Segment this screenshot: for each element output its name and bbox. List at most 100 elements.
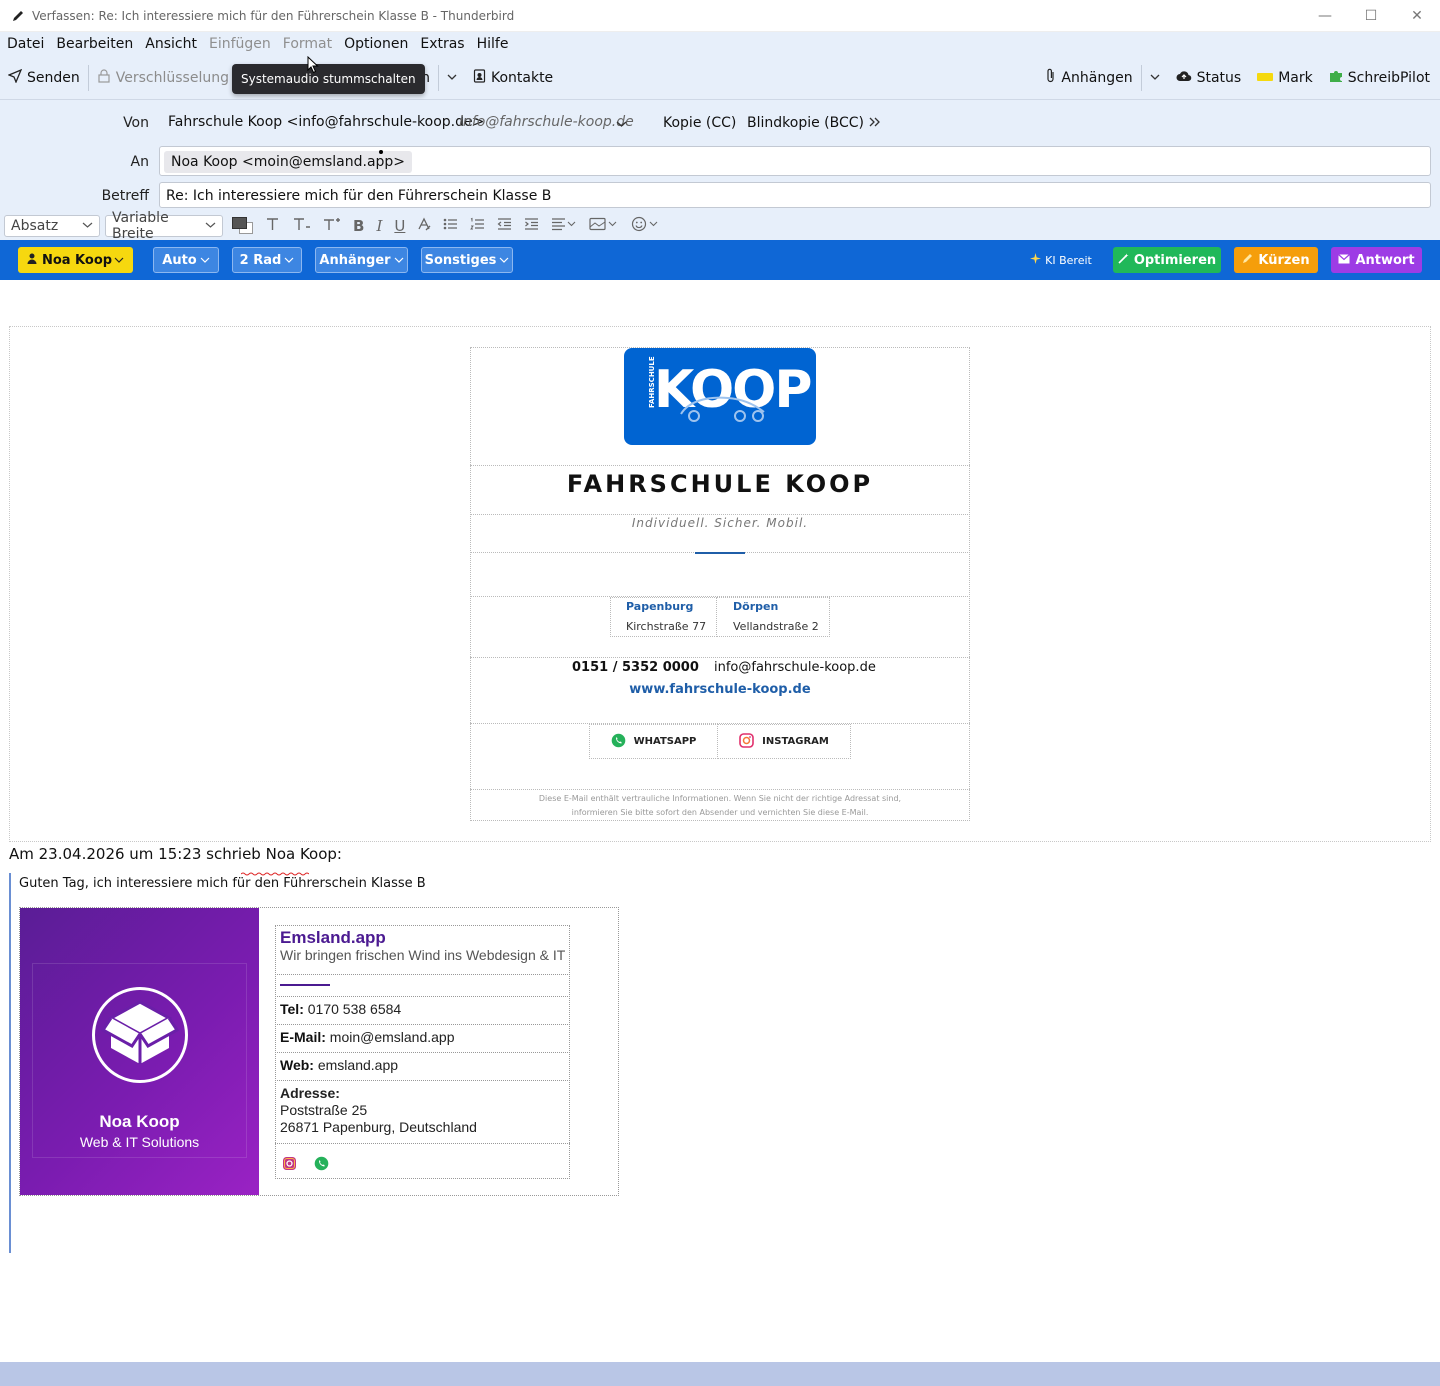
subject-label: Betreff [101,188,149,204]
menu-bar: Datei Bearbeiten Ansicht Einfügen Format… [0,32,1440,56]
cloud-upload-icon [1176,70,1192,86]
menu-format[interactable]: Format [283,36,332,52]
underline-icon[interactable]: U [394,217,405,235]
signature-email[interactable]: info@fahrschule-koop.de [714,660,876,675]
contact-row-divider [275,1080,570,1081]
trailer-dropdown-button[interactable]: Anhänger [315,247,408,273]
status-button[interactable]: Status [1168,56,1250,100]
chevron-down-icon [499,253,509,268]
cc-button[interactable]: Kopie (CC) [663,115,736,131]
subject-value: Re: Ich interessiere mich für den Führer… [166,188,552,204]
bcc-button[interactable]: Blindkopie (BCC) [747,115,864,131]
menu-extras[interactable]: Extras [420,36,464,52]
indent-icon[interactable] [524,217,539,235]
send-button[interactable]: Senden [0,56,88,100]
shorten-button[interactable]: Kürzen [1234,247,1318,273]
instagram-label: INSTAGRAM [762,736,829,747]
whatsapp-icon [611,733,626,751]
bike-dropdown-button[interactable]: 2 Rad [232,247,302,273]
insert-image-icon[interactable] [589,217,619,235]
spellcheck-underline [240,864,310,876]
font-size-larger-icon[interactable] [323,217,341,235]
tel-label: Tel: [280,1001,304,1017]
status-label: Status [1196,69,1242,86]
lock-icon [97,68,111,87]
italic-icon[interactable]: I [376,217,382,235]
align-icon[interactable] [551,217,577,235]
web-value[interactable]: emsland.app [318,1057,398,1073]
attach-dropdown[interactable] [1142,56,1168,100]
chevron-down-icon [284,253,294,268]
mark-button[interactable]: Mark [1249,56,1321,100]
menu-einfuegen[interactable]: Einfügen [209,36,271,52]
company-slogan: Individuell. Sicher. Mobil. [631,516,809,530]
whatsapp-icon[interactable] [314,1156,329,1175]
signature-divider [470,657,970,658]
answer-button[interactable]: Antwort [1331,247,1422,273]
answer-label: Antwort [1355,252,1415,268]
chevron-down-icon [394,253,404,268]
pencil-icon [10,8,26,24]
whatsapp-link[interactable]: WHATSAPP [589,724,718,759]
contacts-label: Kontakte [490,69,554,86]
chevrons-right-icon[interactable] [868,116,881,132]
disclaimer-line: Diese E-Mail enthält vertrauliche Inform… [538,794,902,803]
from-identity[interactable]: info@fahrschule-koop.de [459,114,634,130]
encryption-button[interactable]: Verschlüsselung [89,56,237,100]
close-button[interactable]: ✕ [1394,0,1440,32]
text-caret [379,150,383,154]
mail-value[interactable]: moin@emsland.app [330,1029,455,1045]
contact-row-divider [275,1024,570,1025]
menu-hilfe[interactable]: Hilfe [477,36,509,52]
web-row: Web: emsland.app [280,1057,398,1073]
numbered-list-icon[interactable] [470,217,485,235]
signature-website[interactable]: www.fahrschule-koop.de [470,682,970,697]
addr-line: 26871 Papenburg, Deutschland [280,1119,477,1135]
menu-datei[interactable]: Datei [7,36,44,52]
instagram-icon[interactable] [282,1156,297,1175]
tel-value: 0170 538 6584 [307,1001,402,1017]
recipient-text: Noa Koop <moin@emsland.app> [171,154,406,170]
auto-label: Auto [162,252,197,268]
chevron-down-icon [200,253,210,268]
bold-icon[interactable]: B [353,217,364,235]
outdent-icon[interactable] [497,217,512,235]
schreibpilot-button[interactable]: SchreibPilot [1321,56,1440,100]
attach-button[interactable]: Anhängen [1038,56,1140,100]
web-label: Web: [280,1057,314,1073]
instagram-link[interactable]: INSTAGRAM [717,724,851,759]
optimize-button[interactable]: Optimieren [1113,247,1221,273]
misc-dropdown-button[interactable]: Sonstiges [421,247,513,273]
chevron-down-icon [205,218,216,234]
from-value[interactable]: Fahrschule Koop <info@fahrschule-koop.de… [168,114,484,130]
remove-format-icon[interactable] [417,217,431,235]
tel-row: Tel: 0170 538 6584 [280,1001,401,1017]
font-size-smaller-icon[interactable] [293,217,311,235]
company-title: Emsland.app [280,928,386,947]
menu-optionen[interactable]: Optionen [344,36,408,52]
recipient-pill[interactable]: Noa Koop <moin@emsland.app> [164,151,413,173]
emoji-icon[interactable] [631,216,661,236]
mark-label: Mark [1278,69,1313,86]
mouse-cursor [307,55,319,78]
chevron-down-icon[interactable] [616,117,627,133]
maximize-button[interactable]: ☐ [1348,0,1394,32]
bullet-list-icon[interactable] [443,217,458,235]
text-color-icon[interactable] [231,216,253,236]
menu-bearbeiten[interactable]: Bearbeiten [56,36,133,52]
signature-divider [470,789,970,790]
chevron-down-icon [1150,70,1160,86]
chevron-down-icon [82,218,93,234]
minimize-button[interactable]: — [1302,0,1348,32]
contacts-button[interactable]: Kontakte [465,56,561,100]
font-size-reset-icon[interactable] [265,217,281,235]
quote-bar [9,873,11,1253]
window-title: Verfassen: Re: Ich interessiere mich für… [32,8,515,23]
paragraph-select[interactable]: Absatz [4,215,100,237]
font-select[interactable]: Variable Breite [105,210,223,242]
menu-ansicht[interactable]: Ansicht [145,36,197,52]
auto-dropdown-button[interactable]: Auto [153,247,219,273]
user-dropdown-button[interactable]: Noa Koop [18,247,133,273]
save-dropdown[interactable] [439,56,465,100]
mail-label: E-Mail: [280,1029,326,1045]
